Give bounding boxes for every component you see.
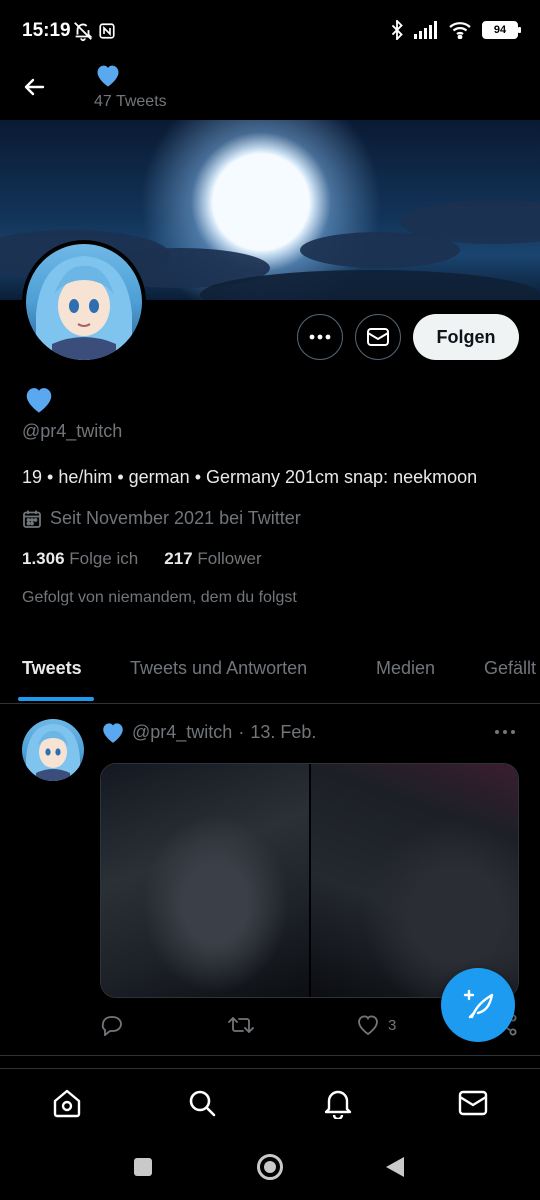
tab-tweets[interactable]: Tweets xyxy=(22,658,82,679)
more-options-button[interactable] xyxy=(297,314,343,360)
join-date-text: Seit November 2021 bei Twitter xyxy=(50,508,301,528)
profile-tabs: Tweets Tweets und Antworten Medien Gefäl… xyxy=(0,640,540,704)
back-system-button[interactable] xyxy=(385,1156,405,1183)
profile-bio: 19 • he/him • german • Germany 201cm sna… xyxy=(22,467,478,487)
status-right-icons: 94 xyxy=(390,20,521,40)
nfc-icon xyxy=(98,22,116,45)
join-date: Seit November 2021 bei Twitter xyxy=(22,508,301,529)
display-name-heart-icon xyxy=(22,384,56,419)
circle-home-icon xyxy=(257,1154,283,1180)
tab-likes[interactable]: Gefällt mir xyxy=(484,658,540,679)
system-navigation-bar xyxy=(0,1136,540,1200)
tweet-header: @pr4_twitch · 13. Feb. xyxy=(100,720,316,744)
arrow-left-icon xyxy=(24,78,45,96)
like-button[interactable]: 3 xyxy=(356,1014,396,1036)
profile-handle: @pr4_twitch xyxy=(22,421,123,441)
more-dots-icon xyxy=(309,334,331,340)
bottom-navigation xyxy=(0,1068,540,1136)
tab-media[interactable]: Medien xyxy=(376,658,435,679)
follow-button[interactable]: Folgen xyxy=(413,314,519,360)
nav-messages[interactable] xyxy=(455,1085,491,1121)
envelope-icon xyxy=(458,1090,488,1116)
follow-stats: 1.306 Folge ich 217 Follower xyxy=(22,549,262,569)
tweet-more-button[interactable] xyxy=(494,722,520,742)
recent-apps-button[interactable] xyxy=(133,1157,153,1182)
profile-header: 47 Tweets xyxy=(0,60,540,118)
retweet-button[interactable] xyxy=(228,1014,254,1036)
followers-label: Follower xyxy=(197,549,262,568)
header-display-name-heart-icon xyxy=(94,62,122,93)
tab-tweets-and-replies[interactable]: Tweets und Antworten xyxy=(130,658,307,679)
status-time: 15:19 xyxy=(22,20,71,41)
compose-tweet-button[interactable] xyxy=(441,968,515,1042)
tweet-media[interactable] xyxy=(100,763,519,998)
following-count: 1.306 xyxy=(22,549,65,568)
mute-notifications-icon xyxy=(72,20,94,47)
calendar-icon xyxy=(23,510,41,528)
status-bar: 15:19 94 xyxy=(0,0,540,64)
tweet-image-2[interactable] xyxy=(310,764,518,997)
tweet-count: 47 Tweets xyxy=(94,93,167,110)
retweet-icon xyxy=(228,1017,254,1033)
active-tab-indicator xyxy=(18,697,94,701)
envelope-icon xyxy=(367,328,389,346)
more-dots-icon xyxy=(495,730,515,734)
followers-link[interactable]: 217 Follower xyxy=(164,549,261,569)
tweet-date[interactable]: 13. Feb. xyxy=(250,722,316,743)
battery-indicator: 94 xyxy=(482,21,521,39)
following-link[interactable]: 1.306 Folge ich xyxy=(22,549,138,569)
followers-count: 217 xyxy=(164,549,193,568)
nav-home[interactable] xyxy=(49,1085,85,1121)
like-count: 3 xyxy=(388,1016,397,1034)
message-button[interactable] xyxy=(355,314,401,360)
back-button[interactable] xyxy=(20,72,50,102)
signal-icon xyxy=(414,21,437,39)
compose-tweet-icon xyxy=(463,989,494,1019)
nav-search[interactable] xyxy=(184,1085,220,1121)
tweet-image-1[interactable] xyxy=(101,764,311,997)
tweet-separator: · xyxy=(238,721,245,742)
tweet-avatar[interactable] xyxy=(22,719,84,781)
bluetooth-icon xyxy=(391,20,403,40)
wifi-icon xyxy=(449,22,471,39)
square-icon xyxy=(134,1158,152,1176)
home-system-button[interactable] xyxy=(256,1153,284,1186)
profile-avatar[interactable] xyxy=(22,240,146,364)
followed-by-text: Gefolgt von niemandem, dem du folgst xyxy=(22,589,297,606)
following-label: Folge ich xyxy=(69,549,139,568)
reply-button[interactable] xyxy=(100,1014,124,1036)
tweet-divider xyxy=(0,1055,540,1056)
nav-notifications[interactable] xyxy=(320,1085,356,1121)
tweet-display-name-heart-icon xyxy=(103,723,123,743)
heart-outline-icon xyxy=(358,1015,378,1036)
home-icon xyxy=(53,1089,81,1118)
search-icon xyxy=(189,1090,216,1117)
reply-icon xyxy=(101,1016,122,1036)
tweet-handle[interactable]: @pr4_twitch xyxy=(132,722,232,743)
triangle-back-icon xyxy=(386,1157,404,1177)
bell-icon xyxy=(324,1090,352,1119)
